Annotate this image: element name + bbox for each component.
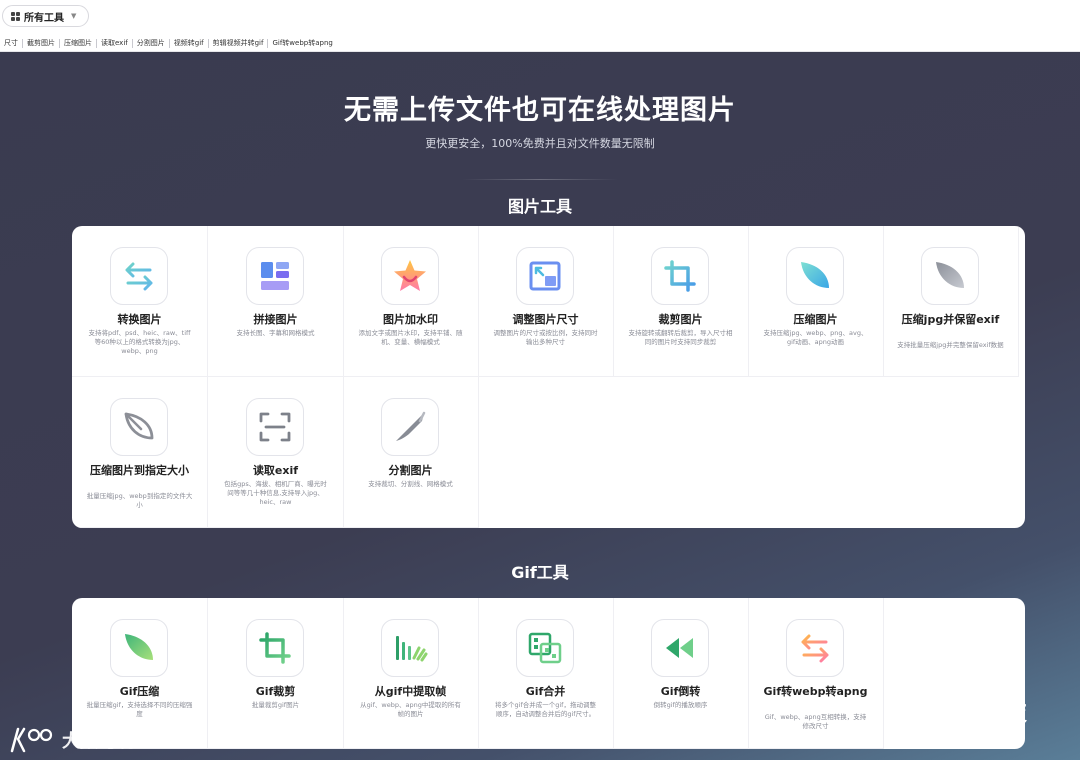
wechat-icon — [890, 696, 930, 725]
tool-name: 图片加水印 — [383, 313, 438, 326]
tool-name: 从gif中提取帧 — [374, 685, 447, 698]
tool-desc: 支持压缩jpg、webp、png、avg、gif动画、apng动画 — [763, 329, 868, 346]
tool-desc: 支持旋转或翻转后裁剪，导入尺寸相同的图片时支持同步裁剪 — [628, 329, 733, 346]
all-tools-label: 所有工具 — [24, 12, 64, 24]
watermark-right-text: 冬蝉科技 — [936, 701, 1029, 726]
tool-desc: 支持长图、字幕和网格模式 — [236, 329, 315, 337]
tool-stitch-image[interactable]: 拼接图片 支持长图、字幕和网格模式 — [208, 226, 344, 377]
tool-name: 读取exif — [252, 464, 299, 477]
tool-gif-reverse[interactable]: Gif倒转 倒转gif的播放顺序 — [613, 598, 749, 749]
gif-tools-title: Gif工具 — [511, 563, 569, 582]
tool-name: 转换图片 — [117, 313, 162, 326]
crop-green-icon — [246, 619, 304, 677]
tool-compress[interactable]: 压缩图片 支持压缩jpg、webp、png、avg、gif动画、apng动画 — [748, 226, 884, 377]
tool-resize[interactable]: 调整图片尺寸 调整图片的尺寸或按比例，支持同时输出多种尺寸 — [478, 226, 614, 377]
tool-split-image[interactable]: 分割图片 支持裁切、分割线、网格模式 — [343, 377, 479, 528]
leaf-green-icon — [110, 619, 168, 677]
tool-crop[interactable]: 裁剪图片 支持旋转或翻转后裁剪，导入尺寸相同的图片时支持同步裁剪 — [613, 226, 749, 377]
scan-frame-icon — [246, 398, 304, 456]
quick-link[interactable]: Gif转webp转apng — [268, 39, 336, 48]
tool-compress-jpg-exif[interactable]: 压缩jpg并保留exif 支持批量压缩jpg并完整保留exif数据 — [883, 226, 1019, 377]
quick-links: 尺寸 截剪图片 压缩图片 读取exif 分割图片 视频转gif 剪辑视频并转gi… — [0, 39, 337, 48]
quick-link[interactable]: 分割图片 — [133, 39, 170, 48]
tool-desc: 将多个gif合并成一个gif，拖动调整顺序，自动调整合并后的gif尺寸。 — [495, 701, 596, 718]
grid-layout-icon — [246, 247, 304, 305]
tool-name: Gif裁剪 — [255, 685, 296, 698]
star-watermark-icon — [381, 247, 439, 305]
divider — [462, 179, 618, 180]
quick-link[interactable]: 视频转gif — [170, 39, 209, 48]
hero-subtitle: 更快更安全，100%免费并且对文件数量无限制 — [425, 137, 655, 150]
quick-link[interactable]: 压缩图片 — [60, 39, 97, 48]
tool-desc: 调整图片的尺寸或按比例，支持同时输出多种尺寸 — [493, 329, 598, 346]
tool-gif-crop[interactable]: Gif裁剪 批量裁剪gif图片 — [208, 598, 344, 749]
image-tools-card: 转换图片 支持将pdf、psd、heic、raw、tiff等60种以上的格式转换… — [72, 226, 1025, 528]
tool-desc: 批量裁剪gif图片 — [251, 701, 300, 709]
leaf-outline-icon — [110, 398, 168, 456]
tool-desc: 批量压缩gif，支持选择不同的压缩强度 — [86, 701, 193, 718]
convert-arrows-icon — [786, 619, 844, 677]
quick-link[interactable]: 读取exif — [97, 39, 133, 48]
quick-link[interactable]: 剪辑视频并转gif — [209, 39, 269, 48]
crop-icon — [651, 247, 709, 305]
tool-desc: 从gif、webp、apng中提取的所有帧的图片 — [360, 701, 461, 718]
rewind-icon — [651, 619, 709, 677]
tool-desc: 支持批量压缩jpg并完整保留exif数据 — [897, 341, 1004, 349]
tool-desc: 支持裁切、分割线、网格模式 — [368, 480, 453, 488]
extract-frames-icon — [381, 619, 439, 677]
tool-desc: Gif、webp、apng互相转换，支持修改尺寸 — [764, 713, 867, 730]
tool-watermark[interactable]: 图片加水印 添加文字或图片水印，支持平铺、随机、变量、横幅模式 — [343, 226, 479, 377]
resize-icon — [516, 247, 574, 305]
tool-convert-image[interactable]: 转换图片 支持将pdf、psd、heic、raw、tiff等60种以上的格式转换… — [72, 226, 208, 377]
tool-compress-to-size[interactable]: 压缩图片到指定大小 批量压缩jpg、webp到指定的文件大小 — [72, 377, 208, 528]
tool-name: 分割图片 — [388, 464, 433, 477]
tool-desc: 添加文字或图片水印，支持平铺、随机、变量、横幅模式 — [358, 329, 463, 346]
tool-name: 裁剪图片 — [658, 313, 703, 326]
watermark-left: 大数跨境 — [10, 727, 134, 753]
tool-name: Gif压缩 — [119, 685, 160, 698]
all-tools-dropdown[interactable]: 所有工具 ▼ — [2, 5, 90, 27]
tool-gif-merge[interactable]: Gif合并 将多个gif合并成一个gif，拖动调整顺序，自动调整合并后的gif尺… — [478, 598, 614, 749]
tool-name: 压缩图片到指定大小 — [90, 464, 189, 477]
tool-desc: 支持将pdf、psd、heic、raw、tiff等60种以上的格式转换为jpg、… — [88, 329, 191, 355]
tool-desc: 包括gps、海拔、相机厂商、曝光时间等等几十种信息,支持导入jpg、heic、r… — [224, 480, 327, 506]
tool-name: 压缩jpg并保留exif — [901, 313, 1000, 326]
tool-name: 压缩图片 — [793, 313, 838, 326]
image-tools-title: 图片工具 — [507, 197, 572, 216]
tool-name: Gif转webp转apng — [763, 685, 868, 698]
quick-link[interactable]: 截剪图片 — [23, 39, 60, 48]
watermark-left-text: 大数跨境 — [62, 731, 134, 752]
leaf-icon — [786, 247, 844, 305]
leaf-gray-icon — [921, 247, 979, 305]
gif-tools-card: Gif压缩 批量压缩gif，支持选择不同的压缩强度 Gif裁剪 批量裁剪gif图… — [72, 598, 1025, 749]
top-bar: 所有工具 ▼ 尺寸 截剪图片 压缩图片 读取exif 分割图片 视频转gif 剪… — [0, 0, 1080, 52]
tool-desc: 倒转gif的播放顺序 — [653, 701, 708, 709]
tool-gif-extract-frames[interactable]: 从gif中提取帧 从gif、webp、apng中提取的所有帧的图片 — [343, 598, 479, 749]
watermark-right: 冬蝉科技 — [890, 695, 1028, 727]
main-area: 无需上传文件也可在线处理图片 更快更安全，100%免费并且对文件数量无限制 图片… — [0, 53, 1080, 760]
apps-grid-icon — [11, 11, 20, 21]
tool-read-exif[interactable]: 读取exif 包括gps、海拔、相机厂商、曝光时间等等几十种信息,支持导入jpg… — [208, 377, 344, 528]
quick-link[interactable]: 尺寸 — [0, 39, 23, 48]
tool-name: 拼接图片 — [253, 313, 298, 326]
hero-title: 无需上传文件也可在线处理图片 — [344, 95, 736, 126]
film-merge-icon — [516, 619, 574, 677]
swap-arrows-icon — [110, 247, 168, 305]
brand-logo-icon — [10, 727, 53, 753]
tool-name: Gif合并 — [525, 685, 566, 698]
knife-icon — [381, 398, 439, 456]
chevron-down-icon: ▼ — [71, 12, 77, 20]
tool-desc: 批量压缩jpg、webp到指定的文件大小 — [86, 492, 193, 509]
tool-gif-to-webp-apng[interactable]: Gif转webp转apng Gif、webp、apng互相转换，支持修改尺寸 — [748, 598, 884, 749]
tool-name: Gif倒转 — [660, 685, 701, 698]
tool-name: 调整图片尺寸 — [512, 313, 579, 326]
